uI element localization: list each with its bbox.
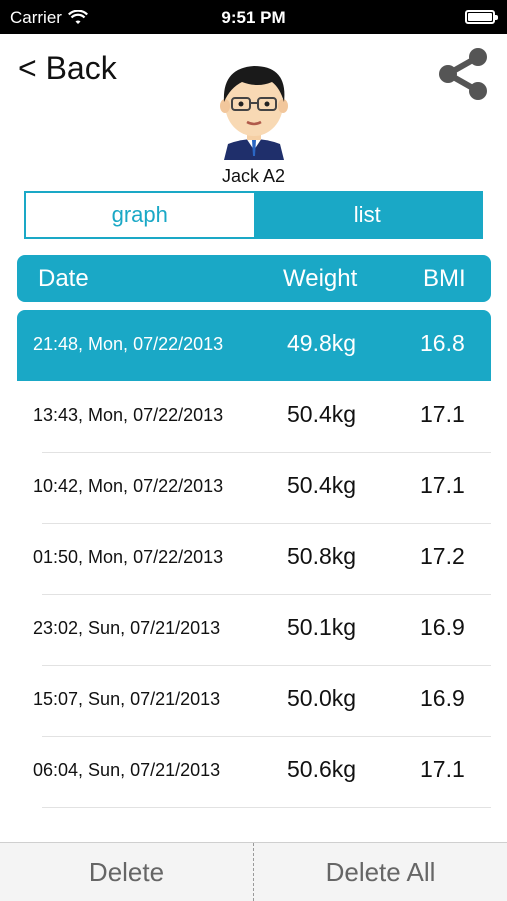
row-bmi: 17.1 — [420, 472, 465, 498]
view-toggle: graph list — [24, 191, 483, 239]
table-row[interactable]: 15:07, Sun, 07/21/2013 50.0kg 16.9 — [17, 665, 491, 736]
row-weight: 50.1kg — [287, 614, 357, 640]
row-bmi: 16.8 — [420, 330, 465, 356]
header-bmi: BMI — [423, 265, 466, 292]
status-bar: Carrier 9:51 PM — [0, 0, 507, 34]
table-row[interactable]: 06:04, Sun, 07/21/2013 50.6kg 17.1 — [17, 736, 491, 807]
row-bmi: 16.9 — [420, 614, 465, 640]
row-date: 13:43, Mon, 07/22/2013 — [33, 405, 224, 425]
row-bmi: 17.2 — [420, 543, 465, 569]
share-icon[interactable] — [436, 46, 492, 102]
table-row[interactable]: 23:02, Sun, 07/21/2013 50.1kg 16.9 — [17, 594, 491, 665]
tab-list[interactable]: list — [253, 193, 481, 237]
table-row[interactable]: 01:50, Mon, 07/22/2013 50.8kg 17.2 — [17, 523, 491, 594]
row-bmi: 16.9 — [420, 685, 465, 711]
avatar — [220, 66, 288, 160]
header-weight: Weight — [283, 265, 358, 292]
table-row[interactable]: 13:43, Mon, 07/22/2013 50.4kg 17.1 — [17, 381, 491, 452]
user-name: Jack A2 — [221, 166, 286, 186]
row-bmi: 17.1 — [420, 756, 465, 782]
row-weight: 50.8kg — [287, 543, 357, 569]
bottom-action-bar: Delete Delete All — [0, 842, 507, 901]
status-time: 9:51 PM — [221, 8, 286, 27]
delete-all-button[interactable]: Delete All — [254, 843, 507, 901]
delete-button[interactable]: Delete — [0, 843, 253, 901]
battery-icon — [465, 10, 498, 24]
row-bmi: 17.1 — [420, 401, 465, 427]
row-weight: 50.4kg — [287, 472, 357, 498]
table-header: Date Weight BMI — [17, 255, 491, 302]
table-row[interactable]: 21:48, Mon, 07/22/2013 49.8kg 16.8 — [17, 310, 491, 381]
row-weight: 49.8kg — [287, 330, 357, 356]
row-divider — [42, 807, 491, 808]
header-date: Date — [38, 265, 89, 292]
tab-graph[interactable]: graph — [26, 193, 254, 237]
row-date: 06:04, Sun, 07/21/2013 — [33, 760, 221, 780]
row-date: 10:42, Mon, 07/22/2013 — [33, 476, 224, 496]
row-weight: 50.0kg — [287, 685, 357, 711]
row-date: 21:48, Mon, 07/22/2013 — [33, 334, 224, 354]
row-date: 23:02, Sun, 07/21/2013 — [33, 618, 221, 638]
row-date: 15:07, Sun, 07/21/2013 — [33, 689, 221, 709]
back-button[interactable]: < Back — [18, 50, 117, 87]
row-date: 01:50, Mon, 07/22/2013 — [33, 547, 224, 567]
table-row[interactable]: 10:42, Mon, 07/22/2013 50.4kg 17.1 — [17, 452, 491, 523]
row-weight: 50.4kg — [287, 401, 357, 427]
row-weight: 50.6kg — [287, 756, 357, 782]
